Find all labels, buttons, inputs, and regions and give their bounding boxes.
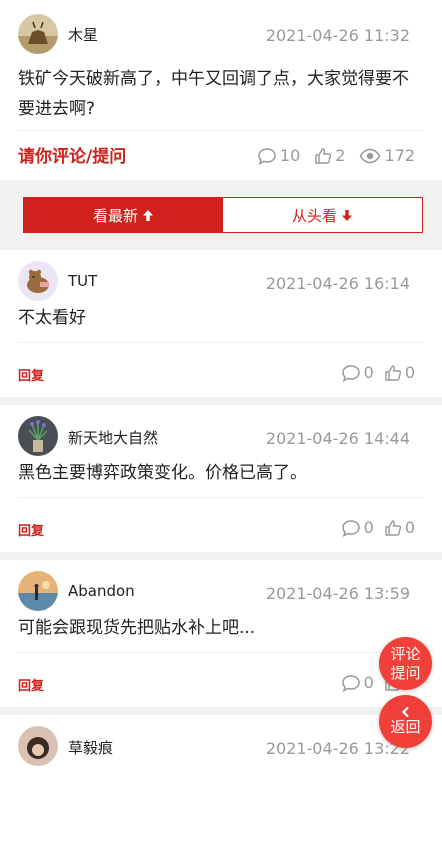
comment-icon <box>341 364 360 382</box>
post-author-avatar[interactable] <box>18 14 58 54</box>
like-count[interactable]: 2 <box>314 146 345 165</box>
reply-author-avatar[interactable] <box>18 416 58 456</box>
reply-author-avatar[interactable] <box>18 261 58 301</box>
reply-author-name[interactable]: TUT <box>68 272 97 290</box>
post-author-name[interactable]: 木星 <box>68 24 98 45</box>
eye-icon <box>360 148 381 163</box>
arrow-down-icon <box>342 209 352 221</box>
fab-comment-line1: 评论 <box>390 644 421 663</box>
like-count[interactable]: 0 <box>384 518 415 537</box>
chevron-left-icon <box>401 706 409 718</box>
reply-content: 不太看好 <box>18 308 86 328</box>
comment-icon <box>341 519 360 537</box>
reply-button[interactable]: 回复 <box>18 365 44 384</box>
divider <box>18 652 424 653</box>
post-time: 2021-04-26 11:32 <box>265 26 410 45</box>
like-count-value: 0 <box>404 518 415 537</box>
comment-ask-fab[interactable]: 评论 提问 <box>379 637 432 690</box>
view-count: 172 <box>359 146 415 165</box>
reply-card: 新天地大自然 2021-04-26 14:44 黑色主要博弈政策变化。价格已高了… <box>0 405 442 552</box>
reply-content: 黑色主要博弈政策变化。价格已高了。 <box>18 463 307 483</box>
divider <box>18 342 424 343</box>
sort-oldest-button[interactable]: 从头看 <box>223 198 422 232</box>
comment-count[interactable]: 0 <box>341 363 374 382</box>
comment-count[interactable]: 0 <box>341 518 374 537</box>
comment-count-value: 0 <box>363 673 374 692</box>
reply-card: TUT 2021-04-26 16:14 不太看好 回复 0 0 <box>0 250 442 397</box>
reply-card: 草毅痕 2021-04-26 13:22 <box>0 715 442 862</box>
divider <box>18 130 424 131</box>
view-count-value: 172 <box>384 146 415 165</box>
like-icon <box>385 519 401 536</box>
sort-newest-button[interactable]: 看最新 <box>24 198 223 232</box>
sort-newest-label: 看最新 <box>92 206 138 225</box>
reply-time: 2021-04-26 16:14 <box>265 274 410 293</box>
comment-count-value: 0 <box>363 363 374 382</box>
reply-stats: 0 0 <box>331 518 415 537</box>
reply-author-avatar[interactable] <box>18 571 58 611</box>
comment-count-value: 10 <box>279 146 301 165</box>
reply-author-name[interactable]: 新天地大自然 <box>68 427 158 448</box>
reply-button[interactable]: 回复 <box>18 520 44 539</box>
like-count-value: 2 <box>335 146 346 165</box>
back-fab[interactable]: 返回 <box>379 695 432 748</box>
like-icon <box>315 147 332 164</box>
sort-oldest-label: 从头看 <box>291 206 337 225</box>
reply-time: 2021-04-26 14:44 <box>265 429 410 448</box>
back-label: 返回 <box>390 718 421 736</box>
arrow-up-icon <box>143 209 153 221</box>
comment-count-value: 0 <box>363 518 374 537</box>
post-stats: 10 2 172 <box>243 146 415 165</box>
post-content: 铁矿今天破新高了，中午又回调了点，大家觉得要不要进去啊? <box>18 69 409 119</box>
like-count-value: 0 <box>404 363 415 382</box>
comment-ask-link[interactable]: 请你评论/提问 <box>18 142 126 167</box>
reply-card: Abandon 2021-04-26 13:59 可能会跟现货先把贴水补上吧..… <box>0 560 442 707</box>
reply-time: 2021-04-26 13:59 <box>265 584 410 603</box>
reply-author-avatar[interactable] <box>18 726 58 766</box>
reply-author-name[interactable]: Abandon <box>68 582 135 600</box>
like-count[interactable]: 0 <box>384 363 415 382</box>
fab-comment-line2: 提问 <box>390 663 421 682</box>
sort-area: 看最新 从头看 <box>0 180 442 250</box>
comment-count[interactable]: 0 <box>341 673 374 692</box>
reply-button[interactable]: 回复 <box>18 675 44 694</box>
comment-count[interactable]: 10 <box>257 146 300 165</box>
reply-stats: 0 0 <box>331 363 415 382</box>
reply-content: 可能会跟现货先把贴水补上吧... <box>18 618 256 638</box>
sort-bar: 看最新 从头看 <box>23 197 423 233</box>
like-icon <box>385 364 401 381</box>
comment-icon <box>258 147 276 165</box>
comment-icon <box>341 674 360 692</box>
post-card: 木星 2021-04-26 11:32 铁矿今天破新高了，中午又回调了点，大家觉… <box>0 0 442 180</box>
divider <box>18 497 424 498</box>
